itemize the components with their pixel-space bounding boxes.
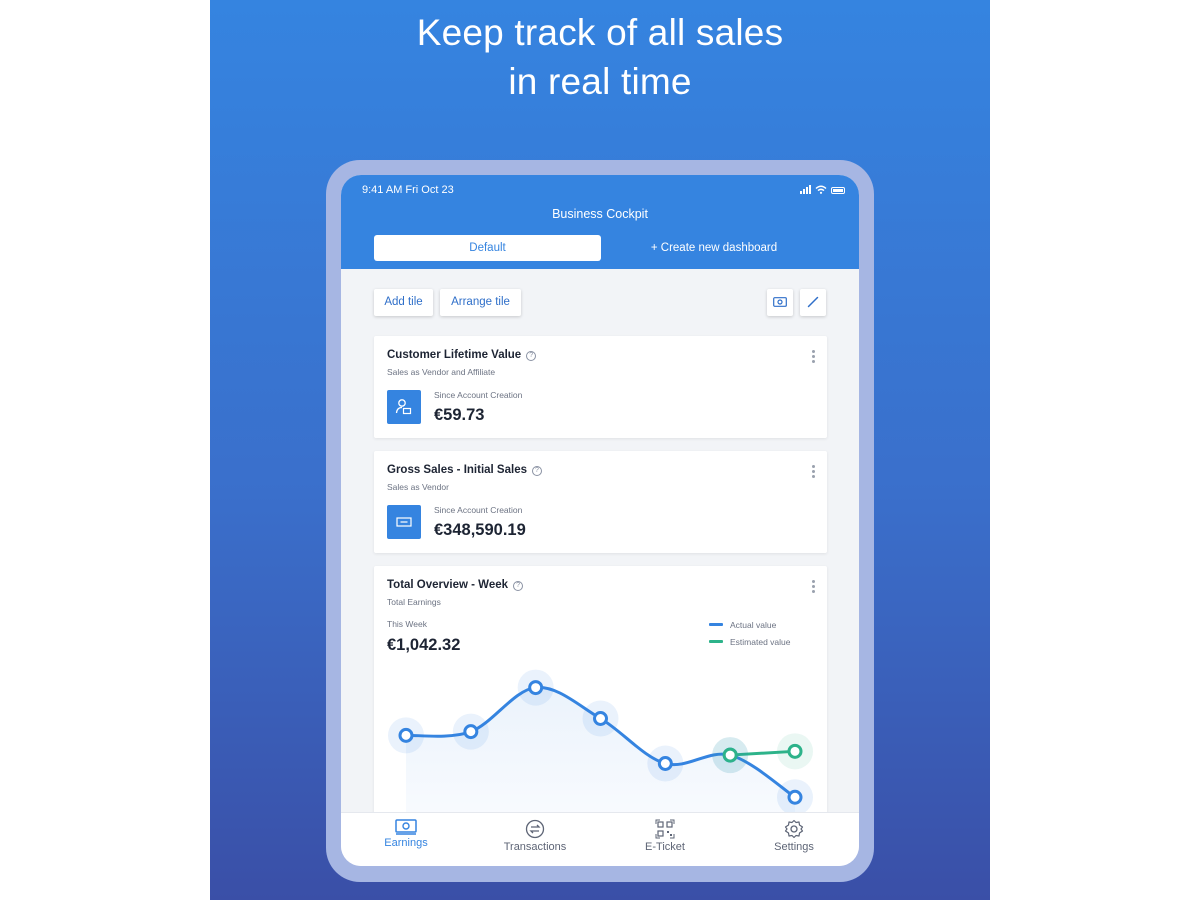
app-title: Business Cockpit: [552, 207, 648, 221]
card-subtitle: Sales as Vendor and Affiliate: [387, 367, 496, 377]
promo-background: Keep track of all sales in real time 9:4…: [210, 0, 990, 900]
cellular-signal-icon: [800, 185, 811, 194]
transfer-arrows-icon: [525, 819, 545, 839]
pencil-icon: [807, 296, 819, 308]
battery-icon: [831, 187, 845, 194]
banknote-icon: [773, 297, 787, 307]
status-icons: [800, 185, 845, 194]
data-point-estimated[interactable]: [722, 747, 738, 763]
nav-eticket-label: E-Ticket: [645, 841, 685, 853]
nav-earnings-label: Earnings: [384, 837, 428, 849]
more-options-icon[interactable]: [812, 465, 815, 480]
nav-settings[interactable]: Settings: [744, 813, 844, 866]
tablet-screen: 9:41 AM Fri Oct 23 Business Cockpit Defa…: [341, 175, 859, 866]
headline-line-1: Keep track of all sales: [416, 12, 784, 53]
gear-icon: [784, 819, 804, 839]
qr-code-icon: [655, 819, 675, 839]
cash-icon: [387, 505, 421, 539]
edit-dashboard-button[interactable]: [800, 289, 826, 316]
card-title-text: Customer Lifetime Value: [387, 349, 522, 361]
nav-transactions-label: Transactions: [503, 841, 567, 853]
data-point-estimated[interactable]: [787, 743, 803, 759]
card-subtitle: Sales as Vendor: [387, 482, 449, 492]
currency-view-button[interactable]: [767, 289, 793, 316]
customer-lifetime-value-card: Customer Lifetime Value? Sales as Vendor…: [374, 336, 827, 438]
gross-sales-card: Gross Sales - Initial Sales? Sales as Ve…: [374, 451, 827, 553]
kpi-label: Since Account Creation: [434, 505, 523, 515]
more-options-icon[interactable]: [812, 350, 815, 365]
kpi-value: €348,590.19: [434, 521, 526, 539]
card-title: Customer Lifetime Value?: [387, 349, 537, 361]
card-title: Gross Sales - Initial Sales?: [387, 464, 542, 476]
card-title-text: Gross Sales - Initial Sales: [387, 464, 527, 476]
headline-line-2: in real time: [508, 61, 692, 102]
earnings-line-chart: [388, 669, 813, 826]
app-header: 9:41 AM Fri Oct 23 Business Cockpit Defa…: [341, 175, 859, 269]
data-point-actual[interactable]: [528, 680, 544, 696]
nav-settings-label: Settings: [774, 841, 814, 853]
nav-transactions[interactable]: Transactions: [485, 813, 585, 866]
banknote-icon: [395, 819, 417, 835]
help-icon[interactable]: ?: [531, 466, 542, 476]
status-time: 9:41 AM Fri Oct 23: [362, 184, 454, 196]
kpi-label: Since Account Creation: [434, 390, 523, 400]
create-dashboard-link[interactable]: + Create new dashboard: [621, 235, 807, 261]
total-overview-card: Total Overview - Week? Total Earnings Th…: [374, 566, 827, 826]
data-point-actual[interactable]: [787, 789, 803, 805]
tablet-frame: 9:41 AM Fri Oct 23 Business Cockpit Defa…: [326, 160, 874, 882]
bottom-navigation: Earnings Transactions E-Ticket Settings: [341, 812, 859, 866]
data-point-actual[interactable]: [593, 711, 608, 726]
data-point-actual[interactable]: [463, 724, 479, 740]
help-icon[interactable]: ?: [526, 351, 537, 361]
wifi-icon: [815, 185, 827, 194]
arrange-tile-button[interactable]: Arrange tile: [440, 289, 521, 316]
data-point-actual[interactable]: [398, 727, 414, 743]
tab-default[interactable]: Default: [374, 235, 601, 261]
nav-eticket[interactable]: E-Ticket: [615, 813, 715, 866]
data-point-actual[interactable]: [657, 756, 673, 771]
add-tile-button[interactable]: Add tile: [374, 289, 433, 316]
kpi-value: €59.73: [434, 406, 485, 424]
nav-earnings[interactable]: Earnings: [356, 813, 456, 866]
promo-headline: Keep track of all sales in real time: [210, 8, 990, 106]
customer-icon: [387, 390, 421, 424]
